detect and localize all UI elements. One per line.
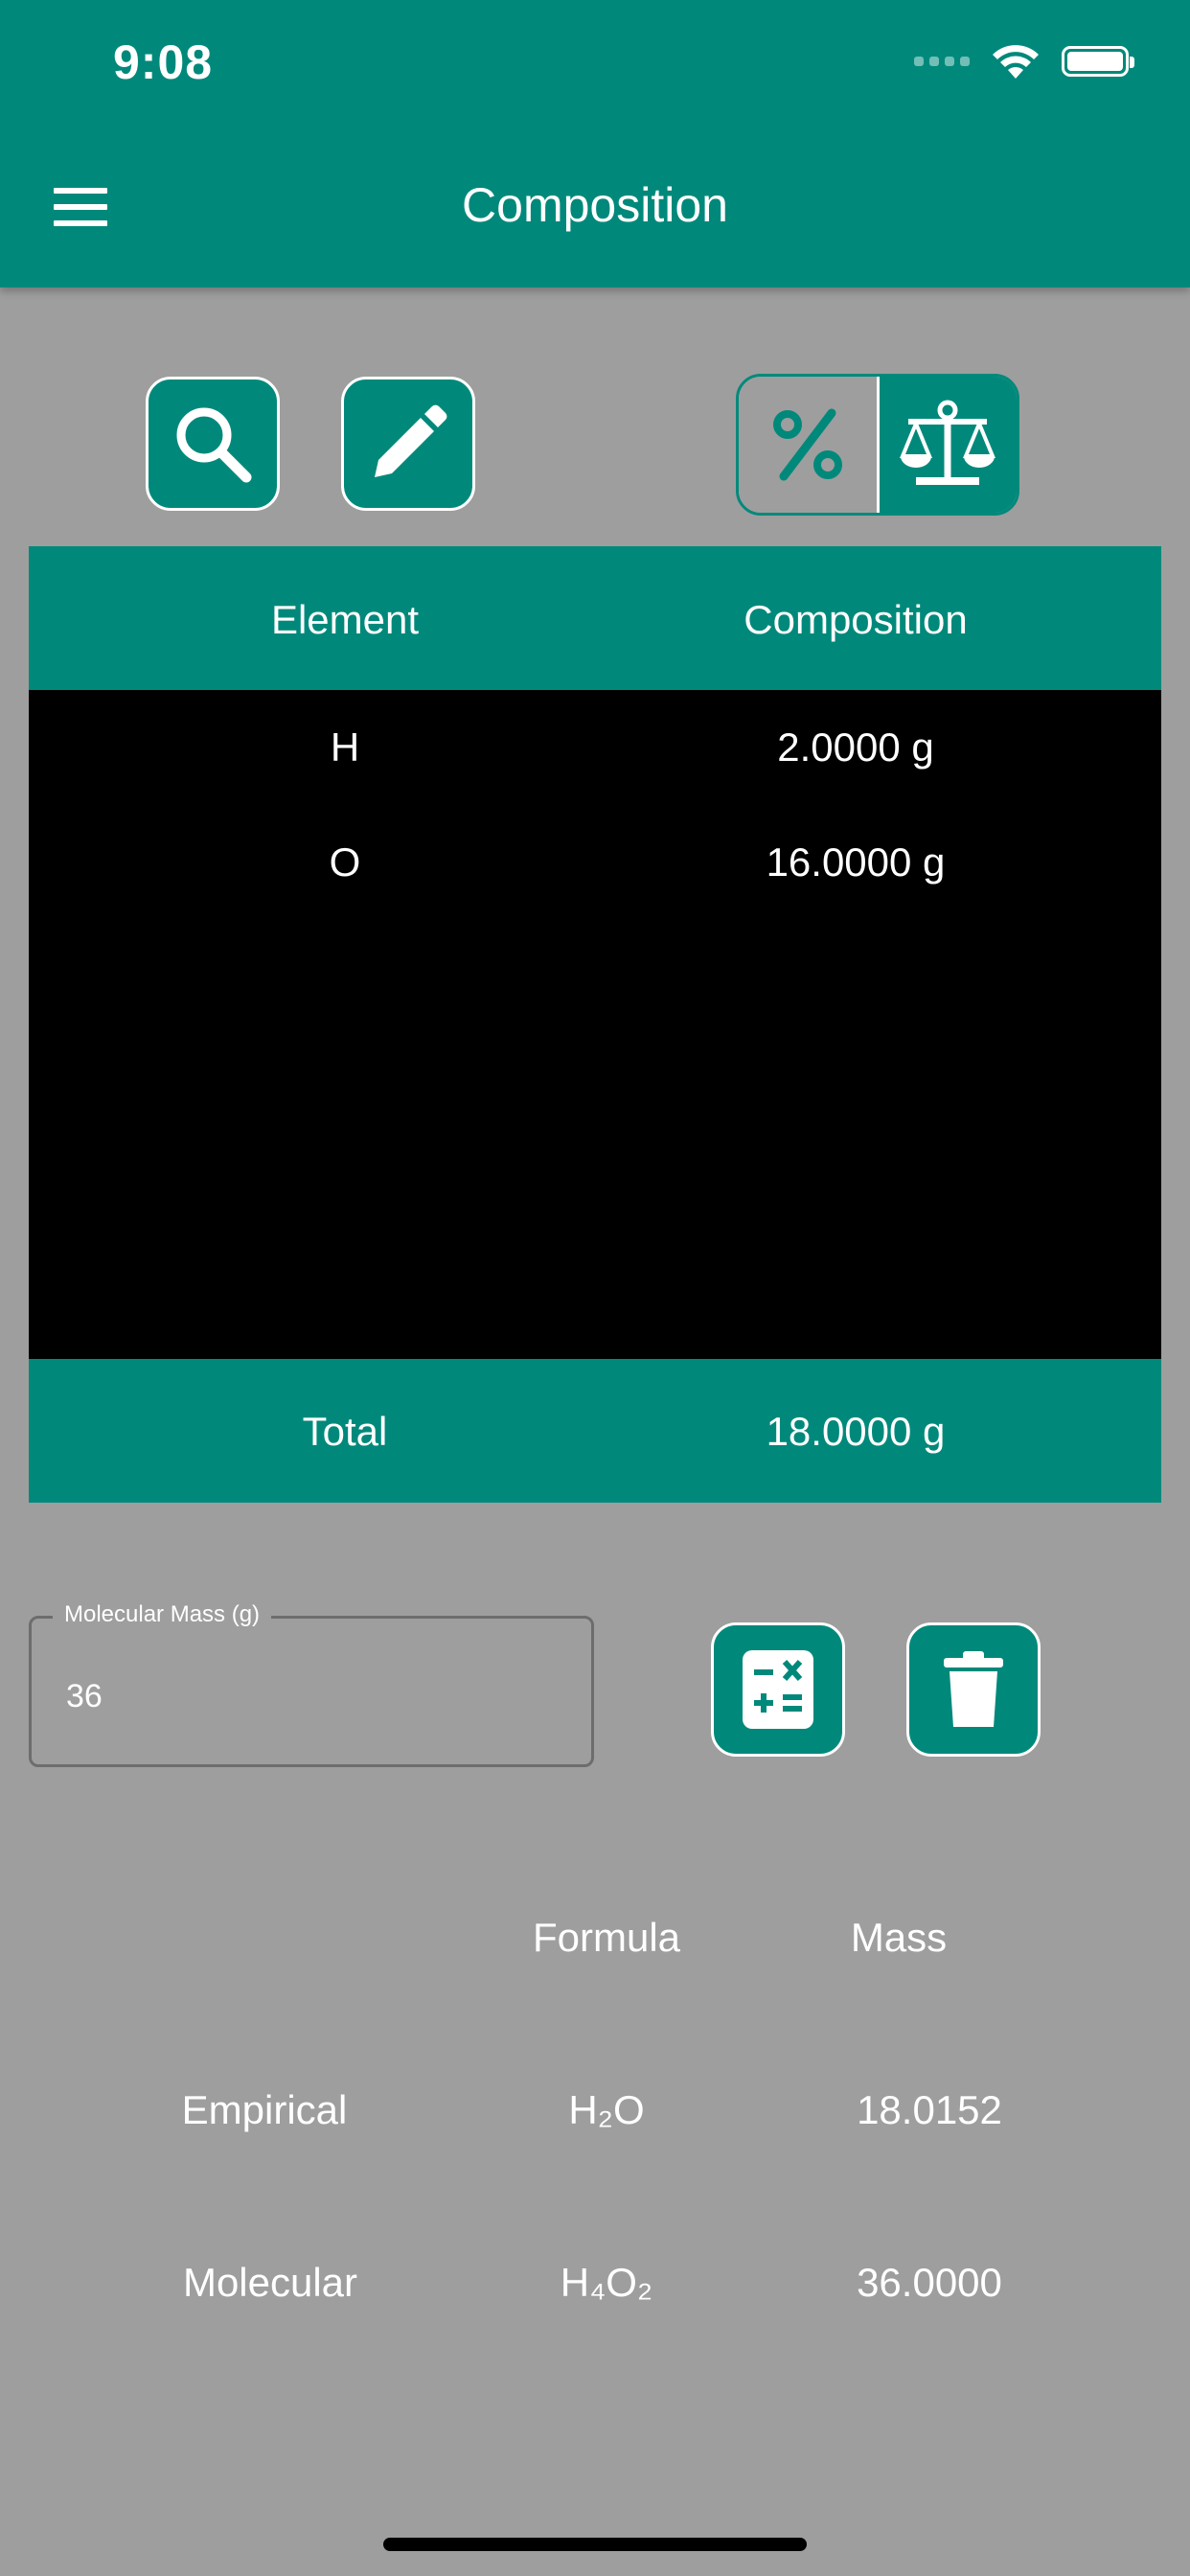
- battery-icon: [1062, 46, 1134, 77]
- home-indicator[interactable]: [383, 2538, 807, 2551]
- molecular-mass-field: Molecular Mass (g): [29, 1601, 594, 1767]
- empirical-mass: 18.0152: [857, 2087, 1002, 2132]
- mode-toggle: [736, 374, 1019, 516]
- trash-icon: [944, 1651, 1003, 1727]
- molecular-mass: 36.0000: [857, 2260, 1002, 2305]
- empirical-formula: H₂O: [568, 2087, 645, 2132]
- molecular-mass-input[interactable]: [64, 1668, 566, 1724]
- total-label: Total: [302, 1409, 388, 1454]
- status-time: 9:08: [113, 35, 214, 89]
- total-value: 18.0000 g: [766, 1409, 946, 1454]
- app-header: 9:08 Composition: [0, 0, 1190, 288]
- table-row-1-composition[interactable]: 16.0000 g: [664, 840, 1047, 886]
- table-row-1-element[interactable]: O: [153, 840, 537, 886]
- page-title: Composition: [462, 178, 728, 232]
- pencil-icon: [375, 404, 447, 477]
- cellular-signal-icon: [914, 57, 970, 66]
- results-header-formula: Formula: [532, 1915, 681, 1960]
- edit-button[interactable]: [341, 377, 475, 511]
- percent-toggle-option[interactable]: [739, 377, 877, 513]
- mass-toggle-option[interactable]: [876, 377, 1017, 513]
- table-header: Element Composition: [29, 546, 1161, 690]
- table-footer: Total 18.0000 g: [29, 1359, 1161, 1503]
- empirical-label: Empirical: [181, 2087, 348, 2132]
- status-icons: [914, 42, 1134, 80]
- wifi-icon: [993, 45, 1039, 79]
- calculate-button[interactable]: [711, 1622, 845, 1757]
- balance-scale-icon: [900, 400, 996, 485]
- column-header-composition: Composition: [744, 597, 968, 642]
- composition-table-body: H 2.0000 g O 16.0000 g: [29, 690, 1161, 1359]
- molecular-formula: H₄O₂: [560, 2260, 653, 2305]
- calculator-icon: [743, 1650, 813, 1729]
- molecular-label: Molecular: [182, 2260, 358, 2305]
- table-row-0-composition[interactable]: 2.0000 g: [664, 724, 1047, 770]
- search-button[interactable]: [146, 377, 280, 511]
- delete-button[interactable]: [906, 1622, 1041, 1757]
- molecular-mass-label: Molecular Mass (g): [53, 1601, 272, 1628]
- table-row-0-element[interactable]: H: [153, 724, 537, 770]
- column-header-element: Element: [270, 597, 420, 642]
- percent-icon: [772, 408, 842, 481]
- results-header-mass: Mass: [850, 1915, 948, 1960]
- search-icon: [176, 407, 252, 483]
